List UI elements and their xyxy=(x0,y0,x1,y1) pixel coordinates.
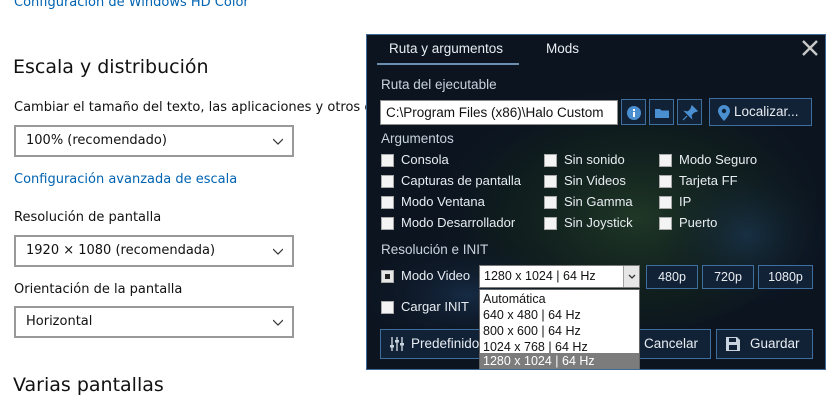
cancel-label: Cancelar xyxy=(644,336,699,351)
checkbox[interactable] xyxy=(381,175,394,188)
path-section-title: Ruta del ejecutable xyxy=(381,77,497,92)
chevron-down-icon xyxy=(273,248,283,255)
checkbox[interactable] xyxy=(659,154,672,167)
pin-button[interactable] xyxy=(677,99,702,125)
pin-icon xyxy=(682,105,698,121)
checkbox[interactable] xyxy=(381,217,394,230)
check-mark xyxy=(385,274,390,279)
save-button[interactable]: Guardar xyxy=(716,329,813,359)
scale-dropdown[interactable]: 100% (recomendado) xyxy=(14,125,294,157)
orientation-label: Orientación de la pantalla xyxy=(14,282,183,297)
res-section-title: Resolución e INIT xyxy=(381,242,489,257)
info-button[interactable] xyxy=(621,99,646,125)
locate-label: Localizar... xyxy=(734,104,799,119)
checkbox[interactable] xyxy=(659,217,672,230)
sliders-icon xyxy=(390,337,404,351)
checkbox[interactable] xyxy=(659,175,672,188)
multi-display-title: Varias pantallas xyxy=(13,374,164,396)
launcher-panel: Ruta y argumentos Mods Ruta del ejecutab… xyxy=(366,34,826,370)
args-section-title: Argumentos xyxy=(381,131,454,146)
open-folder-button[interactable] xyxy=(649,99,674,125)
preset-button[interactable]: Predefinido xyxy=(380,329,484,359)
preset-label: Predefinido xyxy=(411,336,480,351)
info-icon xyxy=(627,106,641,120)
active-tab-indicator xyxy=(377,63,519,65)
dropdown-option[interactable]: 800 x 600 | 64 Hz xyxy=(480,323,639,339)
orientation-dropdown-value: Horizontal xyxy=(26,314,93,329)
scale-section-title: Escala y distribución xyxy=(13,56,209,78)
chevron-down-icon xyxy=(273,138,283,145)
video-mode-value: 1280 x 1024 | 64 Hz xyxy=(484,269,596,283)
res-1080p-button[interactable]: 1080p xyxy=(758,265,813,289)
dropdown-option[interactable]: Automática xyxy=(480,291,639,307)
folder-icon xyxy=(655,109,669,118)
resolution-dropdown[interactable]: 1920 × 1080 (recomendada) xyxy=(14,235,294,267)
resolution-dropdown-value: 1920 × 1080 (recomendada) xyxy=(26,243,216,258)
checkbox[interactable] xyxy=(381,154,394,167)
executable-path-input[interactable]: C:\Program Files (x86)\Halo Custom xyxy=(380,100,618,125)
checkbox[interactable] xyxy=(381,196,394,209)
checkbox[interactable] xyxy=(381,301,394,314)
video-mode-dropdown-list: Automática 640 x 480 | 64 Hz 800 x 600 |… xyxy=(479,289,640,369)
checkbox[interactable] xyxy=(544,217,557,230)
locate-button[interactable]: Localizar... xyxy=(709,98,812,126)
checkbox[interactable] xyxy=(544,154,557,167)
dropdown-option-selected[interactable]: 1280 x 1024 | 64 Hz xyxy=(480,353,639,369)
close-icon[interactable] xyxy=(799,37,821,59)
save-icon xyxy=(726,337,740,351)
checkbox[interactable] xyxy=(659,196,672,209)
cancel-button[interactable]: Cancelar xyxy=(629,329,711,359)
location-icon xyxy=(718,105,730,121)
tab-path-args[interactable]: Ruta y argumentos xyxy=(389,41,503,56)
chevron-down-icon xyxy=(628,274,636,279)
hd-color-link[interactable]: Configuración de Windows HD Color xyxy=(14,0,249,10)
select-arrow[interactable] xyxy=(623,266,639,287)
res-720p-button[interactable]: 720p xyxy=(702,265,754,289)
orientation-dropdown[interactable]: Horizontal xyxy=(14,306,294,338)
video-mode-select[interactable]: 1280 x 1024 | 64 Hz xyxy=(479,265,640,288)
advanced-scale-link[interactable]: Configuración avanzada de escala xyxy=(14,172,237,187)
save-label: Guardar xyxy=(750,336,800,351)
res-480p-button[interactable]: 480p xyxy=(646,265,698,289)
chevron-down-icon xyxy=(273,319,283,326)
tab-bar: Ruta y argumentos Mods xyxy=(367,35,825,67)
resolution-label: Resolución de pantalla xyxy=(14,210,162,225)
scale-dropdown-value: 100% (recomendado) xyxy=(26,133,167,148)
checkbox[interactable] xyxy=(544,175,557,188)
dropdown-option[interactable]: 640 x 480 | 64 Hz xyxy=(480,307,639,323)
tab-mods[interactable]: Mods xyxy=(546,41,579,56)
text-size-label: Cambiar el tamaño del texto, las aplicac… xyxy=(14,100,397,115)
checkbox[interactable] xyxy=(544,196,557,209)
checkbox-checked[interactable] xyxy=(381,270,394,283)
